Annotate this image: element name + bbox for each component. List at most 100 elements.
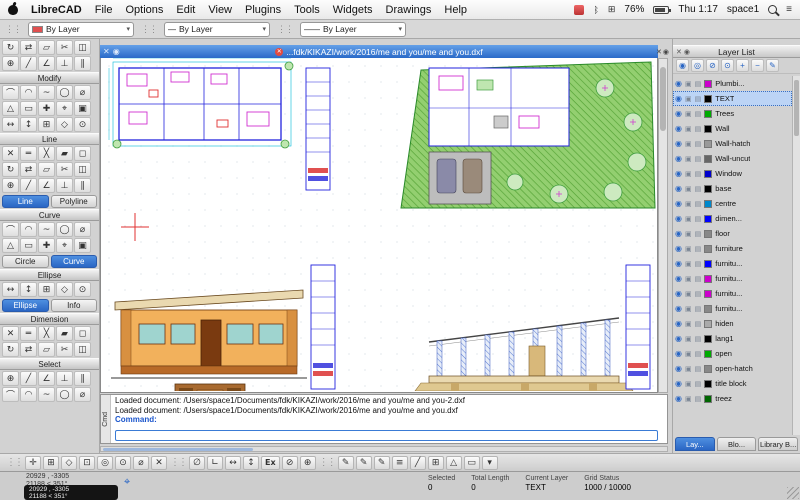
restrict-orthogonal-icon[interactable]: ∟ (207, 456, 223, 470)
tool-icon[interactable]: ◯ (56, 85, 73, 100)
add-layer-icon[interactable]: + (736, 59, 749, 72)
spotlight-icon[interactable] (768, 5, 777, 14)
menu-help[interactable]: Help (444, 4, 467, 16)
tool-icon[interactable]: ✕ (2, 146, 19, 161)
tool-icon[interactable]: ⊙ (74, 117, 91, 132)
tool-icon[interactable]: ~ (38, 387, 55, 402)
layer-color-swatch[interactable] (704, 95, 712, 103)
tool-icon[interactable]: ⊕ (2, 56, 19, 71)
layer-lock-icon[interactable]: ▣ (685, 80, 692, 88)
tool-icon[interactable]: ╳ (38, 326, 55, 341)
layer-row[interactable]: ◉▣▤Wall-hatch (673, 136, 792, 151)
tool-icon[interactable]: ✂ (56, 40, 73, 55)
layer-row[interactable]: ◉▣▤title block (673, 376, 792, 391)
layer-lock-icon[interactable]: ▣ (685, 140, 692, 148)
layer-row[interactable]: ◉▣▤dimen... (673, 211, 792, 226)
layer-lock-icon[interactable]: ▣ (685, 290, 692, 298)
layer-visible-icon[interactable]: ◉ (675, 334, 682, 343)
layer-lock-icon[interactable]: ▣ (685, 170, 692, 178)
snap-endpoint-icon[interactable]: ◇ (61, 456, 77, 470)
tool-icon[interactable]: △ (2, 238, 19, 253)
menubar-user[interactable]: space1 (727, 4, 759, 15)
layer-print-icon[interactable]: ▤ (695, 125, 702, 133)
layer-visible-icon[interactable]: ◉ (675, 379, 682, 388)
toolbar-grip[interactable]: ⋮⋮ (5, 457, 23, 468)
layer-color-swatch[interactable] (704, 125, 712, 133)
freeze-all-layers-icon[interactable]: ⊘ (706, 59, 719, 72)
notification-center-icon[interactable]: ≡ (786, 4, 792, 15)
tool-icon[interactable]: ⇄ (20, 162, 37, 177)
close-panel-icon[interactable]: ✕ (676, 48, 682, 56)
tool-icon[interactable]: ⌖ (56, 101, 73, 116)
layer-visible-icon[interactable]: ◉ (675, 139, 682, 148)
layer-row[interactable]: ◉▣▤Wall (673, 121, 792, 136)
layer-print-icon[interactable]: ▤ (695, 290, 702, 298)
layer-row[interactable]: ◉▣▤centre (673, 196, 792, 211)
palette-tab-line[interactable]: Line (2, 195, 49, 208)
tool-icon[interactable]: △ (2, 101, 19, 116)
layer-print-icon[interactable]: ▤ (695, 245, 702, 253)
layer-visible-icon[interactable]: ◉ (675, 154, 682, 163)
layer-row[interactable]: ◉▣▤treez (673, 391, 792, 406)
toolbar-grip[interactable]: ⋮⋮ (141, 24, 157, 35)
palette-tab-curve[interactable]: Curve (51, 255, 98, 268)
restrict-horizontal-icon[interactable]: ↔ (225, 456, 241, 470)
layer-print-icon[interactable]: ▤ (695, 365, 702, 373)
tool-icon[interactable]: ∥ (74, 56, 91, 71)
line-width-select[interactable]: — By Layer ▾ (164, 22, 270, 37)
layer-visible-icon[interactable]: ◉ (675, 394, 682, 403)
tool-icon[interactable]: ▭ (20, 101, 37, 116)
display-icon[interactable]: ⊞ (608, 4, 616, 15)
restrict-nothing-icon[interactable]: ∅ (189, 456, 205, 470)
line-join-icon[interactable]: ≡ (392, 456, 408, 470)
menu-options[interactable]: Options (125, 4, 163, 16)
canvas-horizontal-scrollbar[interactable] (100, 446, 668, 452)
tool-icon[interactable]: ⌖ (56, 238, 73, 253)
layer-color-swatch[interactable] (704, 230, 712, 238)
layer-print-icon[interactable]: ▤ (695, 260, 702, 268)
layer-visible-icon[interactable]: ◉ (675, 229, 682, 238)
tool-icon[interactable]: ⌀ (74, 85, 91, 100)
battery-icon[interactable] (653, 6, 669, 14)
layer-row[interactable]: ◉▣▤base (673, 181, 792, 196)
layer-visible-icon[interactable]: ◉ (675, 289, 682, 298)
tool-icon[interactable]: ▣ (74, 101, 91, 116)
layer-visible-icon[interactable]: ◉ (675, 184, 682, 193)
float-panel-icon[interactable]: ◉ (663, 48, 669, 56)
layer-lock-icon[interactable]: ▣ (685, 395, 692, 403)
layer-color-swatch[interactable] (704, 350, 712, 358)
toolbar-grip[interactable]: ⋮⋮ (169, 457, 187, 468)
tool-icon[interactable]: ⌀ (74, 387, 91, 402)
layer-row[interactable]: ◉▣▤furnitu... (673, 301, 792, 316)
tool-icon[interactable]: ⌒ (2, 222, 19, 237)
tool-icon[interactable]: ⌒ (2, 85, 19, 100)
layer-color-swatch[interactable] (704, 380, 712, 388)
tool-icon[interactable]: ∠ (38, 56, 55, 71)
tool-icon[interactable]: ⊥ (56, 371, 73, 386)
menu-plugins[interactable]: Plugins (245, 4, 281, 16)
dock-tab-libraryb[interactable]: Library B... (758, 437, 798, 451)
layer-print-icon[interactable]: ▤ (695, 110, 702, 118)
layer-color-swatch[interactable] (704, 260, 712, 268)
layer-visible-icon[interactable]: ◉ (675, 274, 682, 283)
tool-icon[interactable]: ✚ (38, 101, 55, 116)
tool-icon[interactable]: ⊞ (38, 117, 55, 132)
undock-panel-icon[interactable]: ✕ (656, 48, 662, 56)
tool-icon[interactable]: ⇄ (20, 342, 37, 357)
tool-icon[interactable]: ◫ (74, 40, 91, 55)
layer-print-icon[interactable]: ▤ (695, 275, 702, 283)
layer-lock-icon[interactable]: ▣ (685, 260, 692, 268)
tool-icon[interactable]: ↻ (2, 162, 19, 177)
layer-visible-icon[interactable]: ◉ (675, 349, 682, 358)
layer-color-swatch[interactable] (704, 155, 712, 163)
layer-color-swatch[interactable] (704, 290, 712, 298)
lock-relative-zero-icon[interactable]: ⊘ (282, 456, 298, 470)
command-dock-tab[interactable]: Cmd (101, 395, 111, 443)
layer-row[interactable]: ◉▣▤furnitu... (673, 286, 792, 301)
menu-view[interactable]: View (208, 4, 232, 16)
snap-middle-icon[interactable]: ⊙ (115, 456, 131, 470)
layer-row[interactable]: ◉▣▤Wall-uncut (673, 151, 792, 166)
menu-widgets[interactable]: Widgets (333, 4, 373, 16)
layer-print-icon[interactable]: ▤ (695, 170, 702, 178)
layer-color-swatch[interactable] (704, 305, 712, 313)
